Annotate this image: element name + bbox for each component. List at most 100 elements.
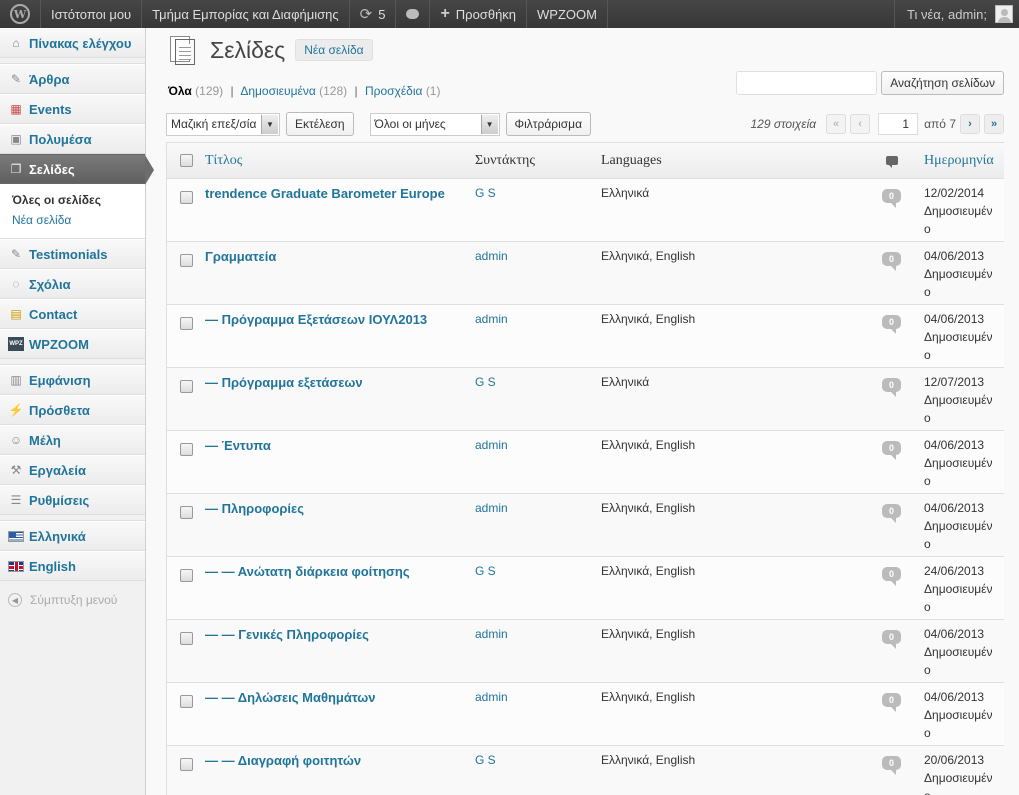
title-column-header[interactable]: Τίτλος [205,153,475,169]
submenu-all-pages[interactable]: Όλες οι σελίδες [12,190,145,210]
view-all-link[interactable]: Όλα [168,84,192,98]
sidebar-item-greek[interactable]: Ελληνικά [0,521,145,551]
row-author-link[interactable]: admin [475,242,601,263]
row-checkbox[interactable] [179,443,193,456]
sidebar-item-wpzoom[interactable]: WPZ WPZOOM [0,329,145,359]
row-date: 04/06/2013 Δημοσιευμέν ο [924,431,1004,490]
comment-count-badge[interactable]: 0 [882,315,901,334]
comments-column-header[interactable] [859,156,924,168]
row-checkbox[interactable] [179,506,193,519]
row-checkbox[interactable] [179,380,193,393]
comment-count-badge[interactable]: 0 [882,189,901,208]
row-date: 04/06/2013 Δημοσιευμέν ο [924,494,1004,553]
row-checkbox[interactable] [179,569,193,582]
sidebar-item-appearance[interactable]: ▥ Εμφάνιση [0,365,145,395]
row-status-cont: ο [924,600,931,614]
new-content-menu[interactable]: + Προσθήκη [430,0,528,28]
sidebar-item-pages[interactable]: ❐ Σελίδες [0,154,154,185]
settings-icon: ☰ [10,493,22,507]
row-title-link[interactable]: — — Δηλώσεις Μαθημάτων [205,683,475,705]
select-all-checkbox[interactable] [179,154,193,167]
sidebar-item-testimonials[interactable]: ✎ Testimonials [0,239,145,269]
date-column-header[interactable]: Ημερομηνία [924,153,1004,169]
filter-button[interactable]: Φιλτράρισμα [505,112,592,136]
wordpress-menu[interactable]: W [0,0,41,28]
row-checkbox[interactable] [179,317,193,330]
sidebar-item-events[interactable]: ▦ Events [0,94,145,124]
view-published-link[interactable]: Δημοσιευμένα [240,84,315,98]
row-checkbox[interactable] [179,254,193,267]
row-author-link[interactable]: G S [475,179,601,200]
sidebar-item-media[interactable]: ▣ Πολυμέσα [0,124,145,154]
comment-count-badge[interactable]: 0 [882,756,901,775]
comments-menu[interactable] [396,0,431,28]
sidebar-item-label: Ελληνικά [29,528,86,544]
row-title-link[interactable]: Γραμματεία [205,242,475,264]
view-drafts-link[interactable]: Προσχέδια [365,84,423,98]
row-author-link[interactable]: admin [475,494,601,515]
collapse-menu-button[interactable]: ◀ Σύμπτυξη μενού [0,581,145,619]
comment-count-badge[interactable]: 0 [882,630,901,649]
sidebar-item-english[interactable]: English [0,551,145,581]
sidebar-item-settings[interactable]: ☰ Ρυθμίσεις [0,485,145,515]
prev-page-button[interactable]: ‹ [850,114,871,134]
comment-count-badge[interactable]: 0 [882,252,901,271]
comment-count-badge[interactable]: 0 [882,693,901,712]
row-author-link[interactable]: admin [475,431,601,452]
search-input[interactable] [736,71,878,95]
row-author-link[interactable]: G S [475,557,601,578]
row-date: 24/06/2013 Δημοσιευμέν ο [924,557,1004,616]
sidebar-item-contact[interactable]: ▤ Contact [0,299,145,329]
row-title-link[interactable]: — — Γενικές Πληροφορίες [205,620,475,642]
my-sites-menu[interactable]: Ιστότοποι μου [41,0,143,28]
comment-count-badge[interactable]: 0 [882,504,901,523]
sidebar-item-label: Testimonials [29,246,108,262]
comment-count-badge[interactable]: 0 [882,441,901,460]
next-page-button[interactable]: › [960,114,980,134]
comment-count-badge[interactable]: 0 [882,378,901,397]
sidebar-item-users[interactable]: ☺ Μέλη [0,425,145,455]
row-author-link[interactable]: admin [475,620,601,641]
row-title-link[interactable]: — Πληροφορίες [205,494,475,516]
sidebar-item-plugins[interactable]: ⚡ Πρόσθετα [0,395,145,425]
row-author-link[interactable]: G S [475,746,601,767]
comment-count-badge[interactable]: 0 [882,567,901,586]
row-status: Δημοσιευμέν [924,708,993,722]
table-row: — Έντυπα admin Ελληνικά, English 0 04/06/201… [167,431,1004,494]
site-name-menu[interactable]: Τμήμα Εμπορίας και Διαφήμισης [142,0,350,28]
row-author-link[interactable]: admin [475,683,601,704]
updates-menu[interactable]: ⟳ 5 [350,0,397,28]
months-select[interactable]: Όλοι οι μήνες ▼ [369,112,500,136]
submenu-new-page[interactable]: Νέα σελίδα [12,210,145,230]
row-title-link[interactable]: — Πρόγραμμα Εξετάσεων ΙΟΥΛ2013 [205,305,475,327]
row-checkbox[interactable] [179,758,193,771]
row-title-link[interactable]: — Έντυπα [205,431,475,453]
row-title-link[interactable]: trendence Graduate Barometer Europe [205,179,475,201]
add-new-page-button[interactable]: Νέα σελίδα [295,39,373,61]
row-date-value: 24/06/2013 [924,564,985,578]
bulk-action-select[interactable]: Μαζική επεξ/σία ▼ [166,112,280,136]
row-title-link[interactable]: — — Ανώτατη διάρκεια φοίτησης [205,557,475,579]
row-checkbox[interactable] [179,695,193,708]
apply-button[interactable]: Εκτέλεση [286,112,354,136]
sidebar-item-comments[interactable]: ◌ Σχόλια [0,269,145,299]
admin-sidebar: ⌂ Πίνακας ελέγχου ✎ Άρθρα ▦ Events ▣ Πολ… [0,28,154,795]
current-page-input[interactable]: 1 [878,113,919,135]
row-title-link[interactable]: — Πρόγραμμα εξετάσεων [205,368,475,390]
wpzoom-menu[interactable]: WPZOOM [527,0,608,28]
sidebar-item-dashboard[interactable]: ⌂ Πίνακας ελέγχου [0,28,145,58]
sidebar-item-posts[interactable]: ✎ Άρθρα [0,64,145,94]
search-pages-button[interactable]: Αναζήτηση σελίδων [881,71,1004,95]
row-checkbox[interactable] [179,632,193,645]
row-title-link[interactable]: — — Διαγραφή φοιτητών [205,746,475,768]
row-status: Δημοσιευμέν [924,204,993,218]
row-date: 04/06/2013 Δημοσιευμέν ο [924,620,1004,679]
my-account-menu[interactable]: Τι νέα, admin; [893,0,1019,28]
first-page-button[interactable]: « [826,114,847,134]
sidebar-item-tools[interactable]: ⚒ Εργαλεία [0,455,145,485]
last-page-button[interactable]: » [984,114,1004,134]
row-date-value: 04/06/2013 [924,438,985,452]
row-author-link[interactable]: G S [475,368,601,389]
row-checkbox[interactable] [179,191,193,204]
row-author-link[interactable]: admin [475,305,601,326]
